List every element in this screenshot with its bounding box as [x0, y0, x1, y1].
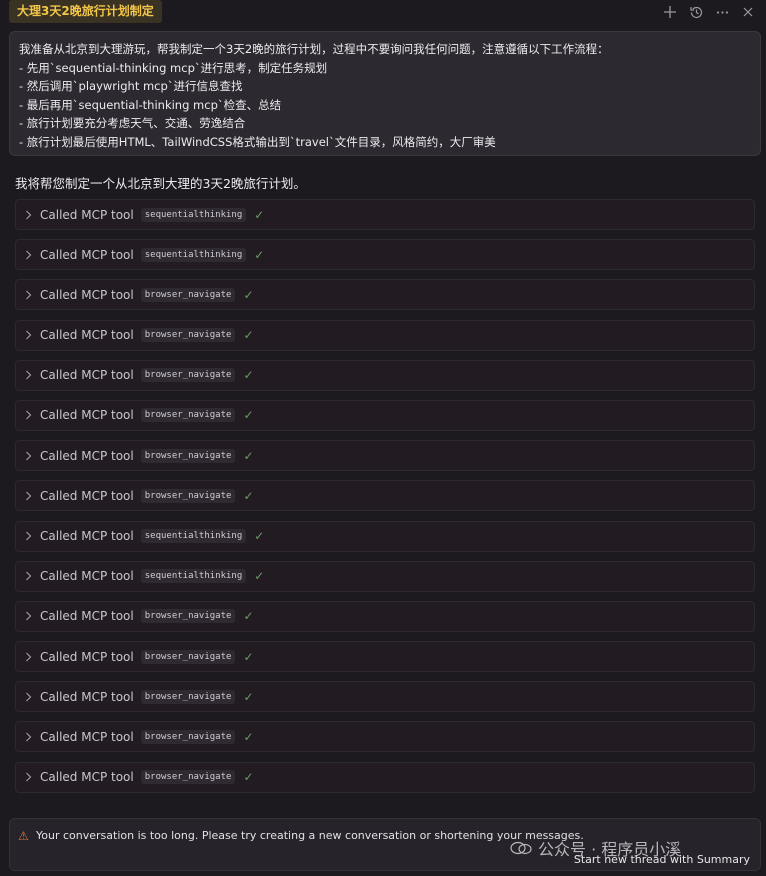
tool-call-row[interactable]: Called MCP tool browser_navigate ✓	[15, 279, 755, 311]
tool-name-badge: browser_navigate	[140, 328, 236, 343]
chevron-right-icon	[25, 330, 35, 340]
check-icon: ✓	[243, 488, 254, 503]
tool-call-row[interactable]: Called MCP tool browser_navigate ✓	[15, 600, 755, 632]
tool-call-row[interactable]: Called MCP tool browser_navigate ✓	[15, 641, 755, 673]
tool-call-label: Called MCP tool	[40, 649, 134, 664]
check-icon: ✓	[243, 649, 254, 664]
chevron-right-icon	[25, 491, 35, 501]
warning-text: Your conversation is too long. Please tr…	[36, 829, 584, 842]
prompt-line: 我准备从北京到大理游玩，帮我制定一个3天2晚的旅行计划，过程中不要询问我任何问题…	[19, 42, 609, 56]
tool-call-row[interactable]: Called MCP tool browser_navigate ✓	[15, 319, 755, 351]
check-icon: ✓	[243, 689, 254, 704]
warning-banner: ⚠ Your conversation is too long. Please …	[9, 818, 761, 871]
tool-call-label: Called MCP tool	[40, 448, 134, 463]
tool-name-badge: browser_navigate	[140, 488, 236, 503]
plus-icon[interactable]	[660, 2, 680, 22]
tool-name-badge: browser_navigate	[140, 408, 236, 423]
chevron-right-icon	[25, 611, 35, 621]
chevron-right-icon	[25, 692, 35, 702]
tool-name-badge: browser_navigate	[140, 770, 236, 785]
tool-call-label: Called MCP tool	[40, 328, 134, 343]
close-icon[interactable]	[738, 2, 758, 22]
chevron-right-icon	[25, 410, 35, 420]
check-icon: ✓	[243, 770, 254, 785]
tool-call-label: Called MCP tool	[40, 569, 134, 584]
tool-call-row[interactable]: Called MCP tool browser_navigate ✓	[15, 681, 755, 713]
chevron-right-icon	[25, 451, 35, 461]
check-icon: ✓	[243, 729, 254, 744]
top-actions	[660, 2, 758, 22]
tool-call-label: Called MCP tool	[40, 770, 134, 785]
tool-call-row[interactable]: Called MCP tool browser_navigate ✓	[15, 440, 755, 472]
chevron-right-icon	[25, 652, 35, 662]
chevron-right-icon	[25, 732, 35, 742]
top-bar: 大理3天2晚旅行计划制定	[0, 0, 766, 26]
tool-call-label: Called MCP tool	[40, 368, 134, 383]
chevron-right-icon	[25, 370, 35, 380]
check-icon: ✓	[254, 529, 265, 543]
tool-call-row[interactable]: Called MCP tool browser_navigate ✓	[15, 359, 755, 391]
tool-call-label: Called MCP tool	[40, 609, 134, 624]
start-new-thread-button[interactable]: Start new thread with Summary	[574, 853, 750, 866]
tool-name-badge: browser_navigate	[140, 649, 236, 664]
check-icon: ✓	[254, 207, 265, 222]
tool-name-badge: browser_navigate	[140, 729, 236, 744]
check-icon: ✓	[254, 247, 265, 262]
tool-name-badge: browser_navigate	[140, 448, 236, 463]
chevron-right-icon	[25, 531, 35, 541]
tool-call-label: Called MCP tool	[40, 408, 134, 423]
tool-name-badge: browser_navigate	[140, 287, 236, 302]
tool-name-badge: sequentialthinking	[140, 247, 247, 262]
tool-name-badge: browser_navigate	[140, 368, 236, 383]
check-icon: ✓	[243, 368, 254, 383]
prompt-line: - 最后再用`sequential-thinking mcp`检查、总结	[19, 97, 282, 112]
tool-call-row[interactable]: Called MCP tool browser_navigate ✓	[15, 480, 755, 512]
prompt-line: - 先用`sequential-thinking mcp`进行思考，制定任务规划	[19, 60, 328, 75]
tool-call-row[interactable]: Called MCP tool browser_navigate ✓	[15, 721, 755, 753]
prompt-line: - 然后调用`playwright mcp`进行信息查找	[19, 79, 243, 94]
check-icon: ✓	[243, 609, 254, 624]
chevron-right-icon	[25, 772, 35, 782]
tool-name-badge: sequentialthinking	[140, 207, 247, 222]
tool-call-label: Called MCP tool	[40, 689, 134, 704]
user-prompt: 我准备从北京到大理游玩，帮我制定一个3天2晚的旅行计划，过程中不要询问我任何问题…	[9, 31, 761, 156]
tool-name-badge: sequentialthinking	[140, 529, 247, 543]
wechat-icon	[510, 841, 532, 855]
check-icon: ✓	[243, 408, 254, 423]
chevron-right-icon	[25, 210, 35, 220]
tool-call-label: Called MCP tool	[40, 488, 134, 503]
tool-call-label: Called MCP tool	[40, 529, 134, 543]
tool-call-label: Called MCP tool	[40, 247, 134, 262]
check-icon: ✓	[254, 569, 265, 584]
more-icon[interactable]	[712, 2, 732, 22]
tool-call-row[interactable]: Called MCP tool sequentialthinking ✓	[15, 520, 755, 552]
tool-name-badge: browser_navigate	[140, 609, 236, 624]
chevron-right-icon	[25, 250, 35, 260]
tool-call-row[interactable]: Called MCP tool browser_navigate ✓	[15, 761, 755, 793]
tool-call-row[interactable]: Called MCP tool sequentialthinking ✓	[15, 199, 755, 230]
check-icon: ✓	[243, 287, 254, 302]
conversation-tab[interactable]: 大理3天2晚旅行计划制定	[9, 0, 162, 23]
tool-call-row[interactable]: Called MCP tool sequentialthinking ✓	[15, 239, 755, 271]
tool-call-row[interactable]: Called MCP tool browser_navigate ✓	[15, 399, 755, 431]
prompt-line: - 旅行计划要充分考虑天气、交通、劳逸结合	[19, 116, 246, 131]
chevron-right-icon	[25, 290, 35, 300]
prompt-line: - 旅行计划最后使用HTML、TailWindCSS格式输出到`travel`文…	[19, 134, 496, 149]
tool-call-label: Called MCP tool	[40, 207, 134, 222]
check-icon: ✓	[243, 328, 254, 343]
assistant-response: 我将帮您制定一个从北京到大理的3天2晚旅行计划。	[15, 176, 306, 191]
tool-name-badge: browser_navigate	[140, 689, 236, 704]
check-icon: ✓	[243, 448, 254, 463]
history-icon[interactable]	[686, 2, 706, 22]
tool-call-label: Called MCP tool	[40, 287, 134, 302]
warning-icon: ⚠	[18, 829, 29, 843]
tool-call-label: Called MCP tool	[40, 729, 134, 744]
tool-call-row[interactable]: Called MCP tool sequentialthinking ✓	[15, 560, 755, 592]
tool-name-badge: sequentialthinking	[140, 569, 247, 584]
chevron-right-icon	[25, 571, 35, 581]
tool-call-list: Called MCP tool sequentialthinking ✓ Called…	[15, 199, 755, 802]
